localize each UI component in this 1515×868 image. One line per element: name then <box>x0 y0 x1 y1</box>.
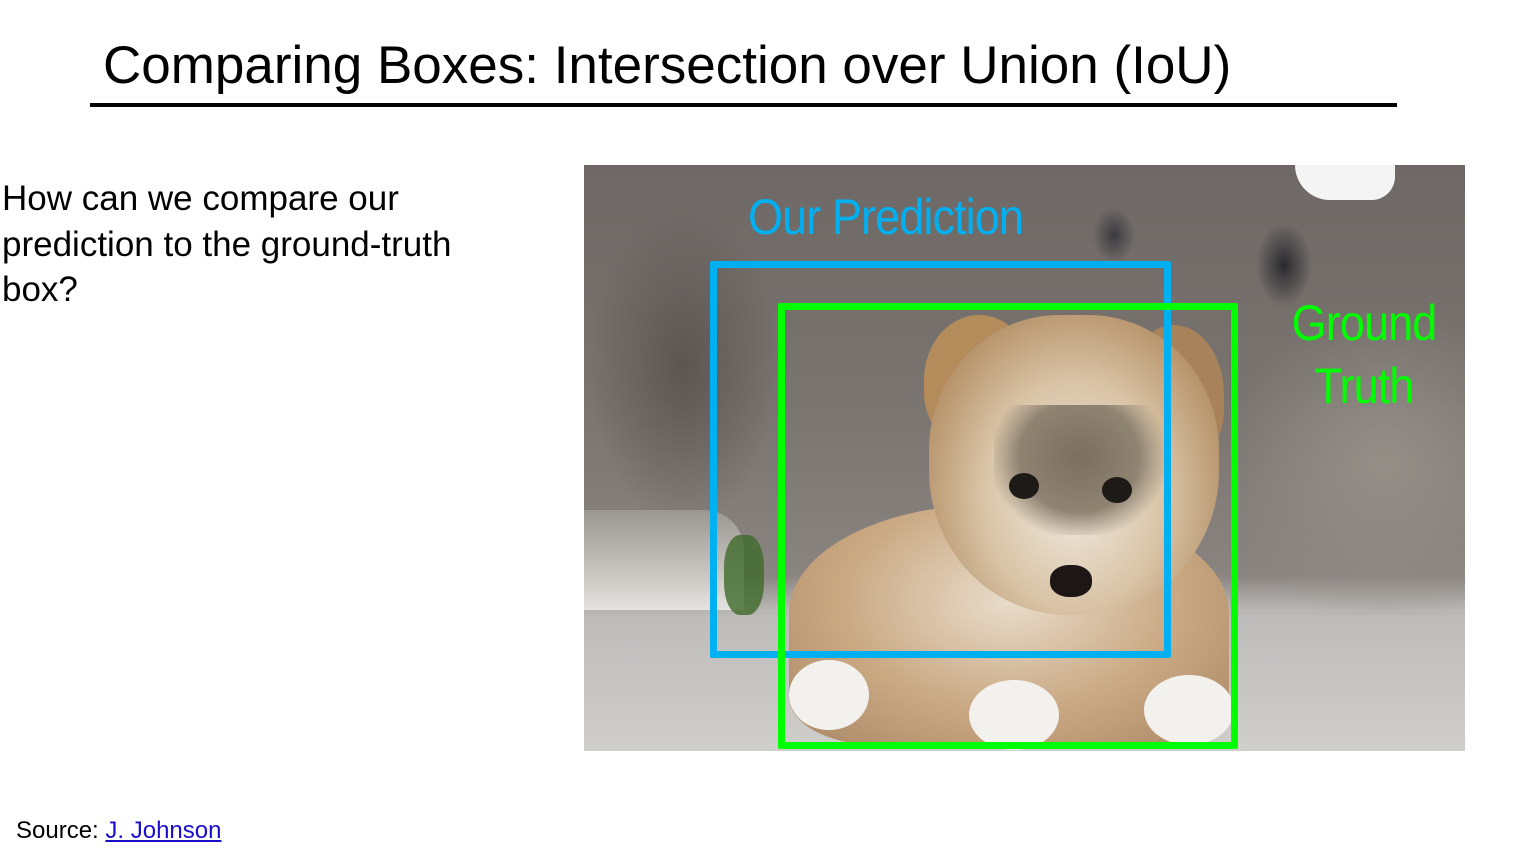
source-prefix: Source: <box>16 817 106 844</box>
ground-truth-label-line1: Ground <box>1291 295 1438 351</box>
source-link[interactable]: J. Johnson <box>105 817 221 844</box>
title-underline <box>90 103 1397 107</box>
prediction-label: Our Prediction <box>748 189 1024 245</box>
ground-truth-label: Ground Truth <box>1274 292 1454 418</box>
slide-title: Comparing Boxes: Intersection over Union… <box>103 36 1232 95</box>
source-citation: Source: J. Johnson <box>16 816 221 846</box>
body-text: How can we compare our prediction to the… <box>2 179 452 309</box>
ground-truth-box <box>778 303 1238 749</box>
ground-truth-label-line2: Truth <box>1314 358 1415 414</box>
puppy-photo: Our Prediction Ground Truth <box>584 165 1465 751</box>
